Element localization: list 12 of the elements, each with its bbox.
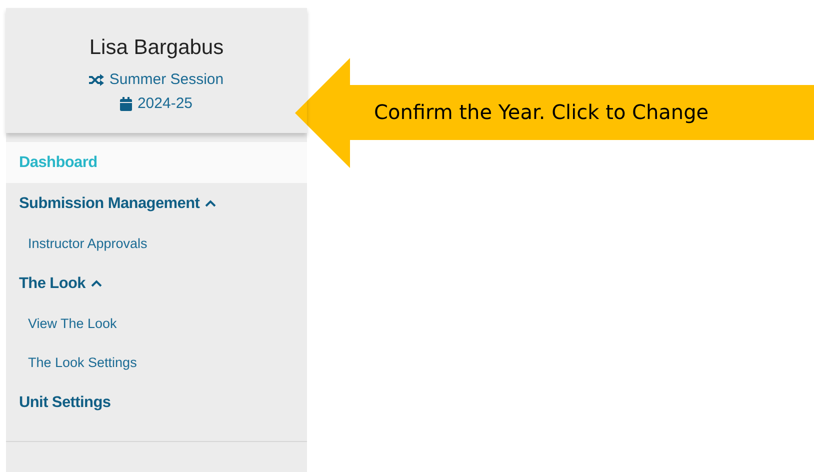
callout-text: Confirm the Year. Click to Change <box>374 100 709 124</box>
submenu-item[interactable]: The Look Settings <box>6 343 307 382</box>
calendar-icon <box>120 97 132 111</box>
menu-item[interactable]: Unit Settings <box>6 382 307 423</box>
user-name: Lisa Bargabus <box>89 36 224 60</box>
session-link[interactable]: Summer Session <box>89 68 224 92</box>
submenu-item[interactable]: View The Look <box>6 304 307 343</box>
menu-item[interactable]: The Look <box>6 263 307 304</box>
year-link[interactable]: 2024-25 <box>120 92 193 116</box>
shuffle-icon <box>89 74 104 86</box>
menu-item[interactable]: Submission Management <box>6 183 307 224</box>
submenu-item[interactable]: Instructor Approvals <box>6 224 307 263</box>
